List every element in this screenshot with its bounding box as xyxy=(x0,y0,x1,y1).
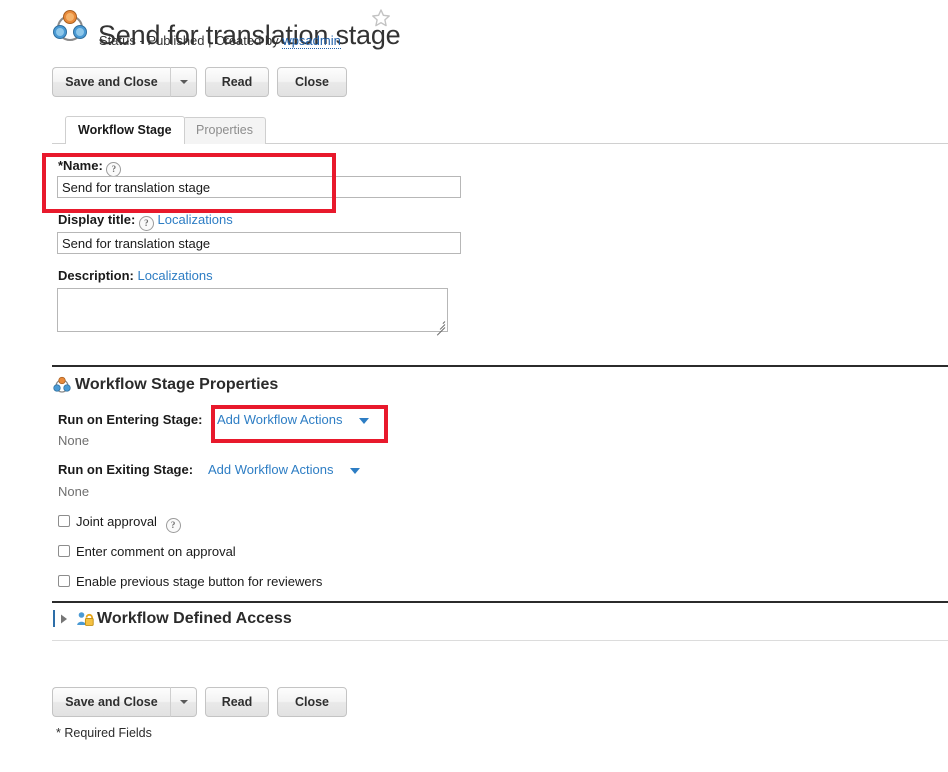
display-title-label: Display title: ? Localizations xyxy=(58,212,233,231)
run-on-entering-add-actions-link[interactable]: Add Workflow Actions xyxy=(217,412,342,427)
question-mark-icon[interactable]: ? xyxy=(166,518,181,533)
save-and-close-split-button-bottom: Save and Close xyxy=(52,687,197,717)
save-and-close-dropdown-button[interactable] xyxy=(170,67,197,97)
joint-approval-checkbox[interactable] xyxy=(58,515,70,527)
question-mark-icon[interactable]: ? xyxy=(139,216,154,231)
bottom-toolbar: Save and Close Read Close xyxy=(52,687,347,717)
enter-comment-checkbox[interactable] xyxy=(58,545,70,557)
access-section-divider-top xyxy=(52,601,948,603)
properties-section-divider xyxy=(52,365,948,367)
caret-down-icon xyxy=(180,80,188,84)
tab-workflow-stage[interactable]: Workflow Stage xyxy=(65,116,185,144)
required-fields-note: * Required Fields xyxy=(56,726,152,740)
close-button[interactable]: Close xyxy=(277,67,347,97)
status-text: Status - Published | Created by xyxy=(99,33,282,48)
run-on-entering-label: Run on Entering Stage: xyxy=(58,412,202,427)
save-and-close-dropdown-button-bottom[interactable] xyxy=(170,687,197,717)
description-textarea[interactable] xyxy=(57,288,448,332)
joint-approval-label: Joint approval xyxy=(76,514,157,529)
caret-down-icon[interactable] xyxy=(350,468,360,474)
page-header: Send for translation stage Status - Publ… xyxy=(0,0,948,58)
enter-comment-row: Enter comment on approval xyxy=(58,544,236,562)
question-mark-icon[interactable]: ? xyxy=(106,162,121,177)
description-label: Description: Localizations xyxy=(58,268,213,283)
access-section-divider-bottom xyxy=(52,640,948,641)
enable-previous-stage-checkbox[interactable] xyxy=(58,575,70,587)
workflow-stage-icon xyxy=(53,376,71,394)
access-section-title[interactable]: Workflow Defined Access xyxy=(97,610,292,628)
enable-previous-stage-label: Enable previous stage button for reviewe… xyxy=(76,574,322,589)
display-title-input[interactable] xyxy=(57,232,461,254)
read-button[interactable]: Read xyxy=(205,67,269,97)
display-title-label-text: Display title: xyxy=(58,212,135,227)
properties-section-title: Workflow Stage Properties xyxy=(75,376,278,394)
favorite-star-icon[interactable] xyxy=(371,8,391,28)
access-section-accent-bar xyxy=(53,610,55,627)
run-on-entering-value: None xyxy=(58,433,89,448)
top-toolbar: Save and Close Read Close xyxy=(52,67,347,97)
name-input[interactable] xyxy=(57,176,461,198)
save-and-close-split-button: Save and Close xyxy=(52,67,197,97)
workflow-stage-icon xyxy=(52,8,88,44)
save-and-close-button[interactable]: Save and Close xyxy=(52,67,170,97)
description-localizations-link[interactable]: Localizations xyxy=(137,268,212,283)
user-lock-icon xyxy=(76,610,94,628)
close-button-bottom[interactable]: Close xyxy=(277,687,347,717)
enable-previous-stage-row: Enable previous stage button for reviewe… xyxy=(58,574,322,592)
tab-properties[interactable]: Properties xyxy=(183,117,266,144)
joint-approval-row: Joint approval ? xyxy=(58,514,181,532)
run-on-exiting-label: Run on Exiting Stage: xyxy=(58,462,193,477)
status-line: Status - Published | Created by wpsadmin xyxy=(99,33,341,48)
tab-bar: Workflow Stage Properties xyxy=(52,117,948,144)
read-button-bottom[interactable]: Read xyxy=(205,687,269,717)
run-on-exiting-value: None xyxy=(58,484,89,499)
enter-comment-label: Enter comment on approval xyxy=(76,544,236,559)
caret-down-icon[interactable] xyxy=(359,418,369,424)
description-label-text: Description: xyxy=(58,268,134,283)
run-on-exiting-add-actions-link[interactable]: Add Workflow Actions xyxy=(208,462,333,477)
display-title-localizations-link[interactable]: Localizations xyxy=(158,212,233,227)
name-label-text: *Name: xyxy=(58,158,103,173)
caret-down-icon xyxy=(180,700,188,704)
author-link[interactable]: wpsadmin xyxy=(282,33,341,49)
name-label: *Name: ? xyxy=(58,158,121,177)
triangle-right-icon[interactable] xyxy=(57,612,71,626)
save-and-close-button-bottom[interactable]: Save and Close xyxy=(52,687,170,717)
